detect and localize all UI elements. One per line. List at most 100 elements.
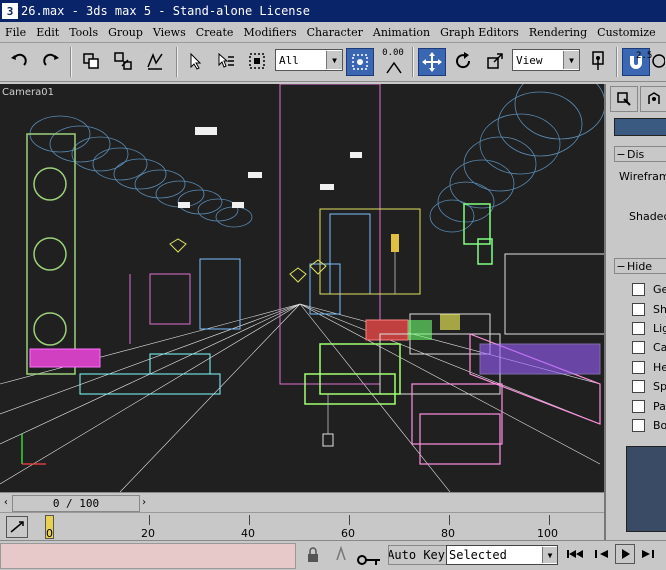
viewport-label[interactable]: Camera01 [2,87,54,98]
menu-customize[interactable]: Customize [592,26,660,39]
select-and-rotate-button[interactable] [450,48,476,74]
hide-cameras-checkbox[interactable]: Cam [632,340,666,354]
spinner-readout: 0.00 [382,48,404,58]
hide-bone-objects-checkbox[interactable]: Bon [632,418,666,432]
frame-label: 40 [241,527,255,540]
chevron-down-icon: ▼ [542,547,557,563]
selection-region-icon [249,53,265,69]
next-frame-icon [642,550,654,558]
select-and-move-button[interactable] [418,48,446,76]
reference-coordinate-dropdown[interactable]: View ▼ [512,49,580,71]
camera-viewport[interactable]: Camera01 [0,84,604,492]
previous-frame-button[interactable] [594,547,610,564]
selection-filter-dropdown[interactable]: All ▼ [275,49,343,71]
select-object-button[interactable] [182,48,208,74]
lock-selection-button[interactable] [306,547,320,566]
menu-views[interactable]: Views [148,26,191,39]
play-button[interactable] [615,544,635,564]
hide-geometry-checkbox[interactable]: Geo [632,282,666,296]
rollout-title: Hide [627,259,653,273]
frame-label: 20 [141,527,155,540]
hierarchy-icon [617,92,631,106]
menu-create[interactable]: Create [191,26,239,39]
menu-graph-editors[interactable]: Graph Editors [435,26,524,39]
chevron-down-icon: ▼ [563,51,579,69]
unlink-icon [114,52,132,70]
menu-edit[interactable]: Edit [31,26,64,39]
hide-particle-systems-checkbox[interactable]: Par [632,399,666,413]
hide-shapes-checkbox[interactable]: Sha [632,302,666,316]
next-frame-button[interactable] [640,547,656,564]
menu-modifiers[interactable]: Modifiers [238,26,301,39]
command-panel: −Dis Wireframe Shaded: −Hide Geo Sha Lig… [604,84,666,540]
maxscript-listener-field[interactable] [0,543,296,569]
select-by-name-button[interactable] [212,48,238,74]
spinner-arrows[interactable] [380,60,408,76]
selection-filter-value: All [279,53,299,67]
hide-helpers-checkbox[interactable]: Hel [632,360,666,374]
frame-label: 100 [537,527,558,540]
play-icon [622,549,630,559]
skip-back-icon [567,550,583,558]
main-toolbar: All ▼ 0.00 View ▼ 2.5 [0,43,666,82]
set-key-button[interactable] [356,553,382,570]
menu-tools[interactable]: Tools [64,26,103,39]
wireframe-label: Wireframe [619,170,666,183]
menu-character[interactable]: Character [302,26,368,39]
go-to-start-button[interactable] [566,547,584,564]
unlink-selection-button[interactable] [110,48,136,74]
redo-button[interactable] [38,48,64,74]
title-bar: 3 26.max - 3ds max 5 - Stand-alone Licen… [0,0,666,22]
select-and-link-button[interactable] [78,48,104,74]
menu-rendering[interactable]: Rendering [524,26,592,39]
spinner-icon [386,61,402,74]
shaded-label: Shaded: [629,210,666,223]
key-icon [357,555,380,565]
frame-ruler: 0 20 40 60 80 100 [40,515,604,540]
frame-label: 80 [441,527,455,540]
transform-mode-icon [336,545,346,561]
object-name-field[interactable] [614,118,666,136]
rectangular-selection-button[interactable] [244,48,270,74]
menu-group[interactable]: Group [103,26,148,39]
status-bar: Auto Key Selected ▼ [0,540,666,569]
time-slider[interactable]: 0 / 100 [12,495,140,512]
track-bar[interactable]: 0 20 40 60 80 100 [0,512,604,541]
reference-coordinate-value: View [516,53,543,67]
menu-file[interactable]: File [0,26,31,39]
command-panel-preview-area [626,446,666,532]
absolute-mode-button[interactable] [334,545,348,565]
key-filter-dropdown[interactable]: Selected ▼ [446,545,558,565]
angle-snap-button[interactable] [650,48,666,74]
select-by-name-icon [218,52,234,68]
window-crossing-button[interactable] [346,48,374,76]
menu-bar: File Edit Tools Group Views Create Modif… [0,22,666,43]
display-color-rollout-header[interactable]: − Dis [614,146,666,162]
max-app-icon[interactable]: 3 [2,3,18,19]
time-slider-position: 0 / 100 [52,497,100,510]
hide-space-warps-checkbox[interactable]: Spa [632,379,666,393]
rotate-icon [456,52,471,69]
time-slider-next-arrow[interactable]: › [138,495,150,510]
select-and-scale-button[interactable] [482,48,508,74]
open-mini-curve-editor-button[interactable] [6,516,28,538]
time-slider-prev-arrow[interactable]: ‹ [0,495,12,510]
frame-label: 0 [46,527,53,540]
angle-snap-icon [652,54,665,68]
undo-button[interactable] [6,48,32,74]
tab-display[interactable] [640,86,666,112]
command-panel-tabs [610,86,666,112]
hide-lights-checkbox[interactable]: Lig [632,321,666,335]
rollout-title: Dis [627,147,645,161]
lock-icon [308,547,318,562]
redo-icon [43,53,59,66]
bind-to-space-warp-button[interactable] [142,48,168,74]
window-title: 26.max - 3ds max 5 - Stand-alone License [21,4,310,18]
auto-key-button[interactable]: Auto Key [388,545,447,565]
pivot-point-button[interactable] [586,48,612,74]
prev-frame-icon [595,550,608,558]
window-crossing-icon [352,54,368,70]
tab-hierarchy[interactable] [610,86,638,112]
hide-by-category-rollout-header[interactable]: − Hide [614,258,666,274]
menu-animation[interactable]: Animation [368,26,435,39]
